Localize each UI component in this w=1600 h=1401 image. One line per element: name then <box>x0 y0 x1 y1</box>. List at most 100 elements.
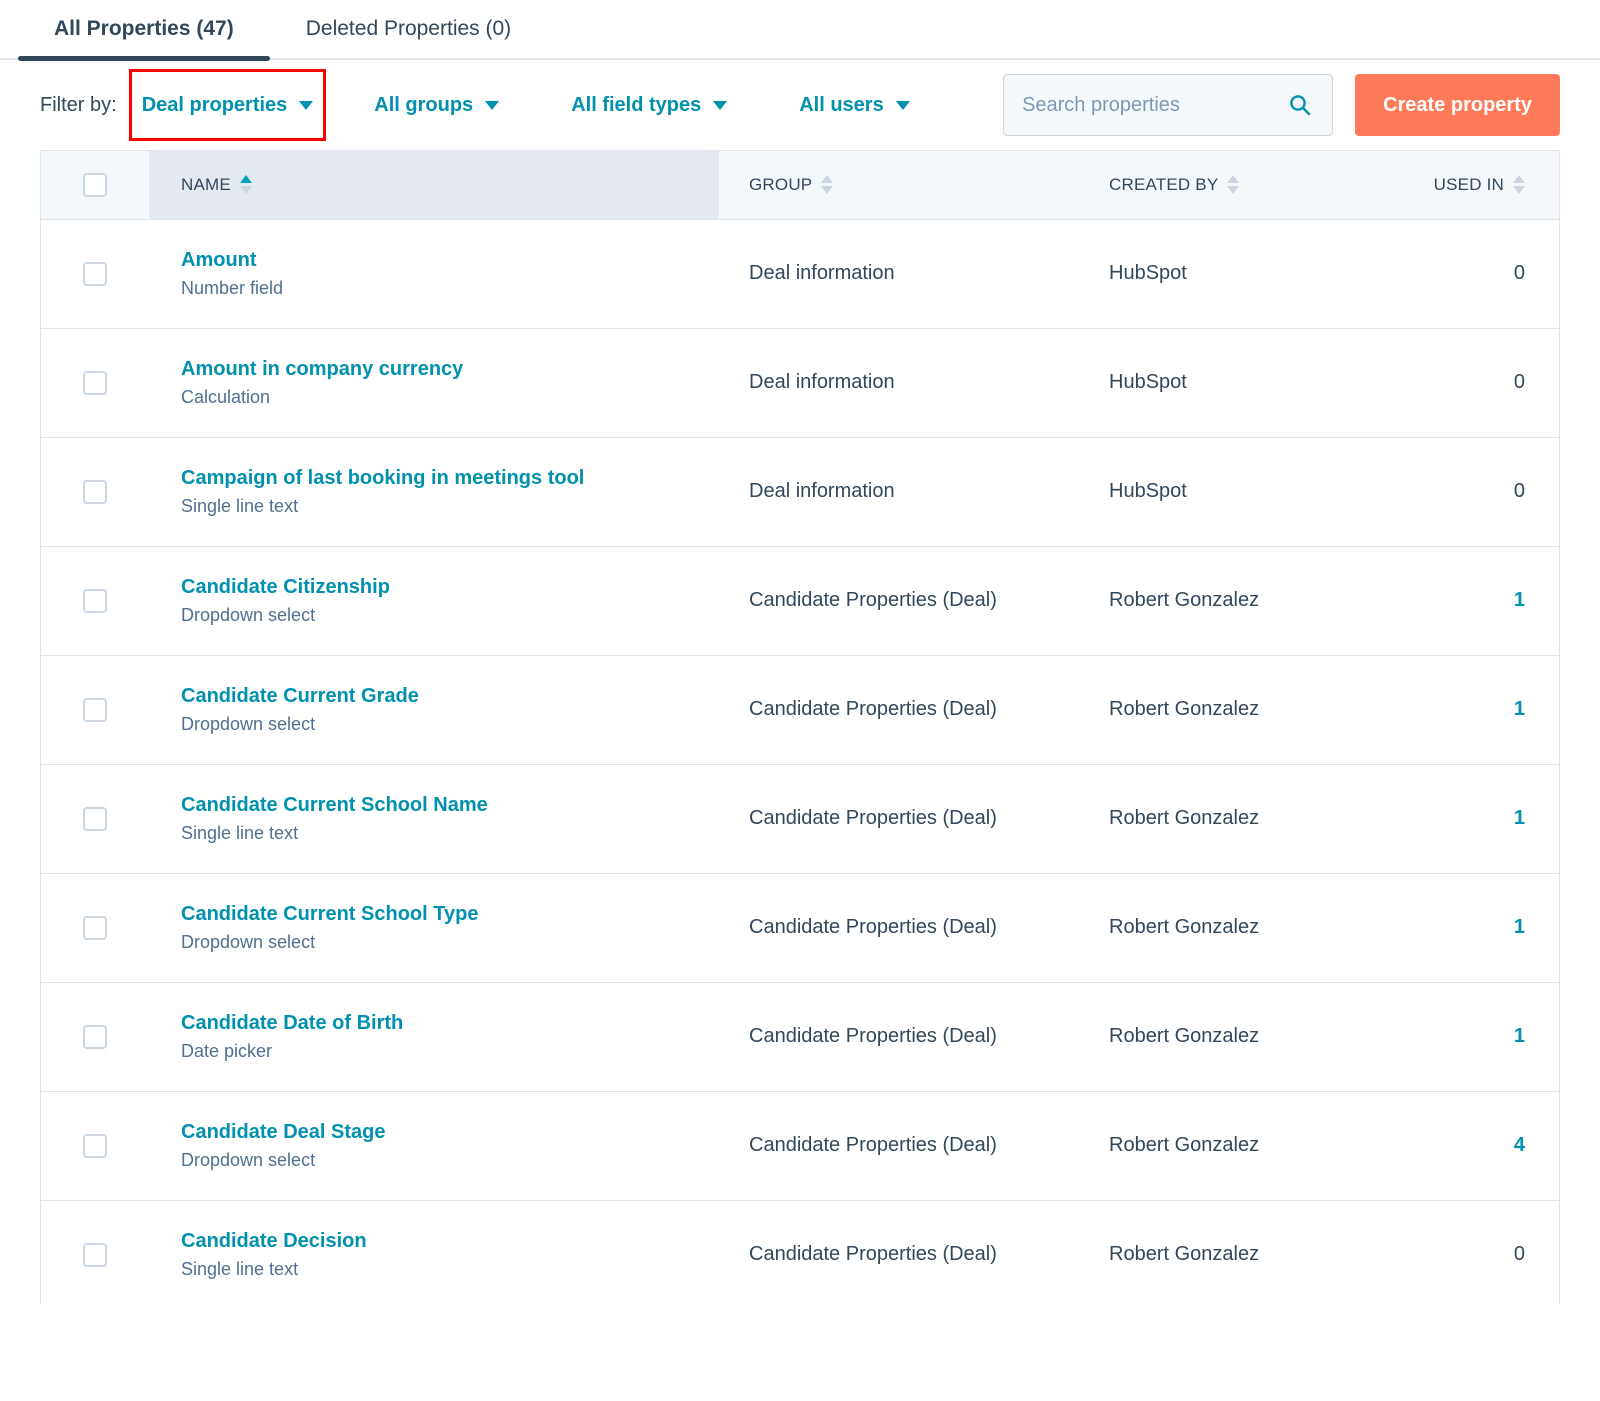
property-created-by-value: Robert Gonzalez <box>1109 589 1260 611</box>
property-used-in-value: 0 <box>1513 480 1525 502</box>
property-name-link[interactable]: Candidate Current School Type <box>181 902 719 927</box>
property-created-by-cell: Robert Gonzalez <box>1079 1200 1419 1304</box>
row-select-cell <box>41 655 149 764</box>
filter-all-users-label: All users <box>799 93 884 116</box>
property-name-link[interactable]: Amount <box>181 248 719 273</box>
property-group-value: Candidate Properties (Deal) <box>749 807 997 829</box>
header-used-in-label: USED IN <box>1433 174 1504 194</box>
row-checkbox[interactable] <box>83 370 107 395</box>
search-input[interactable] <box>1004 75 1333 135</box>
property-used-in-cell: 1 <box>1419 655 1559 764</box>
property-group-cell: Candidate Properties (Deal) <box>719 982 1079 1091</box>
chevron-down-icon <box>299 100 314 110</box>
filter-all-field-types[interactable]: All field types <box>561 94 737 117</box>
property-used-in-value: 0 <box>1513 262 1525 284</box>
property-group-cell: Deal information <box>719 328 1079 437</box>
property-used-in-link[interactable]: 1 <box>1514 807 1525 829</box>
table-row: Amount Number field Deal information HubSpo… <box>41 219 1559 328</box>
header-group-label: GROUP <box>749 174 813 194</box>
property-name-cell: Candidate Citizenship Dropdown select <box>149 546 719 655</box>
create-property-button[interactable]: Create property <box>1355 74 1560 136</box>
property-group-value: Candidate Properties (Deal) <box>749 589 997 611</box>
property-name-link[interactable]: Candidate Decision <box>181 1229 719 1254</box>
row-checkbox[interactable] <box>83 1242 107 1267</box>
row-checkbox[interactable] <box>83 915 107 940</box>
property-name-link[interactable]: Candidate Date of Birth <box>181 1011 719 1036</box>
property-used-in-link[interactable]: 1 <box>1514 916 1525 938</box>
property-name-link[interactable]: Amount in company currency <box>181 357 719 382</box>
property-used-in-link[interactable]: 1 <box>1514 589 1525 611</box>
property-field-type: Single line text <box>181 1258 299 1279</box>
property-field-type: Dropdown select <box>181 931 316 952</box>
row-checkbox[interactable] <box>83 1133 107 1158</box>
header-name[interactable]: NAME <box>149 151 719 220</box>
row-checkbox[interactable] <box>83 479 107 504</box>
property-used-in-link[interactable]: 1 <box>1514 698 1525 720</box>
filter-all-users[interactable]: All users <box>789 94 919 117</box>
row-checkbox[interactable] <box>83 1024 107 1049</box>
property-field-type: Single line text <box>181 822 299 843</box>
property-field-type: Dropdown select <box>181 604 316 625</box>
tab-deleted-properties[interactable]: Deleted Properties (0) <box>270 0 547 61</box>
property-created-by-cell: Robert Gonzalez <box>1079 873 1419 982</box>
row-select-cell <box>41 1091 149 1200</box>
row-checkbox[interactable] <box>83 261 107 286</box>
sort-group-icon[interactable] <box>821 175 834 195</box>
properties-table-container: NAME GROUP CREATED BY USED IN Amount Num… <box>40 150 1560 1304</box>
sort-descending-icon <box>239 186 252 195</box>
sort-name-icon[interactable] <box>239 175 252 195</box>
search-box <box>1003 74 1334 136</box>
property-group-cell: Deal information <box>719 219 1079 328</box>
filter-by-label: Filter by: <box>40 93 117 116</box>
table-row: Candidate Decision Single line text Candid… <box>41 1200 1559 1304</box>
property-group-cell: Candidate Properties (Deal) <box>719 764 1079 873</box>
property-name-link[interactable]: Candidate Citizenship <box>181 575 719 600</box>
property-created-by-cell: Robert Gonzalez <box>1079 982 1419 1091</box>
header-name-label: NAME <box>181 174 231 194</box>
table-body: Amount Number field Deal information HubSpo… <box>41 219 1559 1304</box>
sort-descending-icon <box>1227 186 1240 195</box>
filter-deal-properties[interactable]: Deal properties <box>132 94 324 117</box>
property-group-value: Deal information <box>749 480 895 502</box>
chevron-down-icon <box>895 100 910 110</box>
row-checkbox[interactable] <box>83 697 107 722</box>
property-name-cell: Candidate Current Grade Dropdown select <box>149 655 719 764</box>
header-used-in[interactable]: USED IN <box>1419 151 1559 220</box>
row-checkbox[interactable] <box>83 806 107 831</box>
property-created-by-cell: HubSpot <box>1079 437 1419 546</box>
property-created-by-value: Robert Gonzalez <box>1109 1243 1260 1265</box>
tab-all-properties[interactable]: All Properties (47) <box>18 0 270 61</box>
property-name-cell: Candidate Decision Single line text <box>149 1200 719 1304</box>
filter-all-groups[interactable]: All groups <box>364 94 509 117</box>
header-group[interactable]: GROUP <box>719 151 1079 220</box>
sort-used-in-icon[interactable] <box>1513 175 1525 195</box>
row-select-cell <box>41 764 149 873</box>
sort-created-by-icon[interactable] <box>1227 175 1240 195</box>
property-field-type: Dropdown select <box>181 1149 316 1170</box>
property-name-link[interactable]: Candidate Current Grade <box>181 684 719 709</box>
property-field-type: Calculation <box>181 386 271 407</box>
filter-deal-properties-label: Deal properties <box>141 93 288 116</box>
property-used-in-link[interactable]: 1 <box>1514 1025 1525 1047</box>
property-created-by-value: Robert Gonzalez <box>1109 698 1260 720</box>
property-name-link[interactable]: Campaign of last booking in meetings too… <box>181 466 719 491</box>
property-field-type: Number field <box>181 277 284 298</box>
sort-descending-icon <box>1513 186 1525 195</box>
select-all-checkbox[interactable] <box>83 172 107 197</box>
property-name-link[interactable]: Candidate Deal Stage <box>181 1120 719 1145</box>
table-header-row: NAME GROUP CREATED BY USED IN <box>41 151 1559 220</box>
filter-all-groups-label: All groups <box>374 93 474 116</box>
property-field-type: Single line text <box>181 495 299 516</box>
property-name-link[interactable]: Candidate Current School Name <box>181 793 719 818</box>
header-created-by[interactable]: CREATED BY <box>1079 151 1419 220</box>
property-used-in-cell: 1 <box>1419 982 1559 1091</box>
row-checkbox[interactable] <box>83 588 107 613</box>
table-row: Candidate Current School Name Single line… <box>41 764 1559 873</box>
tab-bar: All Properties (47) Deleted Properties (… <box>0 0 1600 61</box>
property-created-by-value: HubSpot <box>1109 262 1187 284</box>
property-created-by-value: Robert Gonzalez <box>1109 1025 1260 1047</box>
property-group-value: Candidate Properties (Deal) <box>749 1134 997 1156</box>
property-used-in-cell: 0 <box>1419 219 1559 328</box>
property-used-in-link[interactable]: 4 <box>1514 1134 1525 1156</box>
tab-deleted-properties-label: Deleted Properties (0) <box>305 17 512 40</box>
